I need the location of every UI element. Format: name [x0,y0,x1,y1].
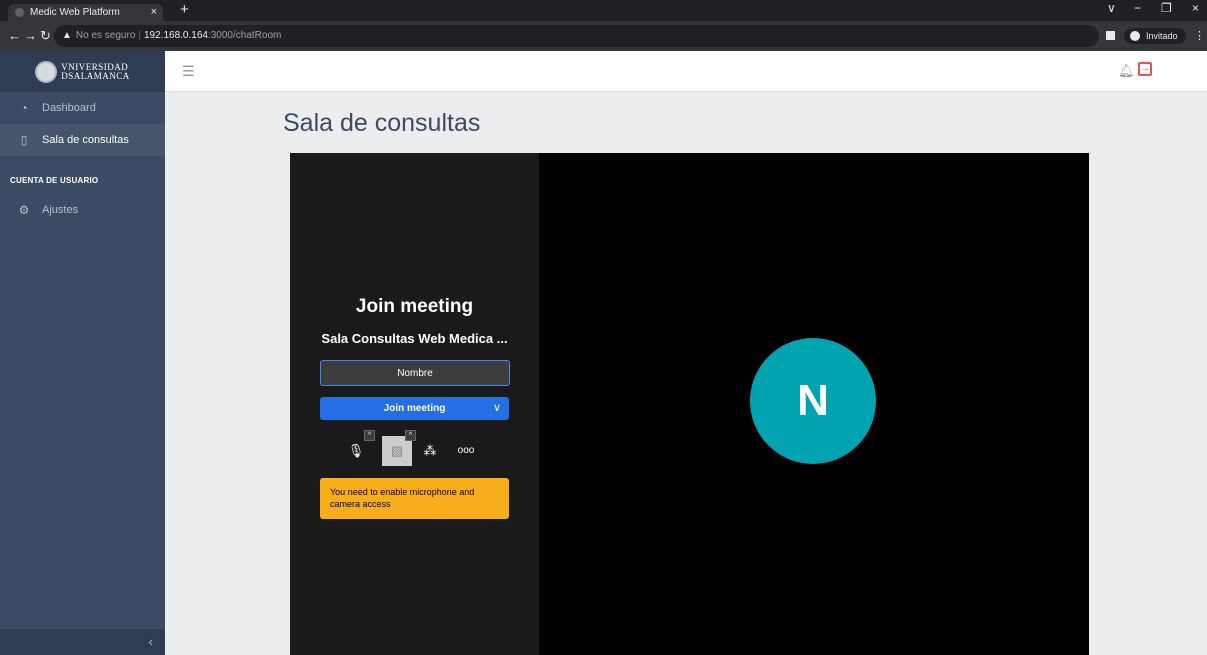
sidebar-item-label: Dashboard [42,102,96,114]
sidebar-brand[interactable]: VNIVERSIDAD DSALAMANCA [0,51,165,92]
participant-avatar: N [750,338,876,464]
sidebar-item-label: Ajustes [42,204,79,216]
book-icon: ▯ [20,133,28,147]
extension-icon[interactable] [1106,31,1115,40]
address-separator: | [138,30,141,41]
new-tab-button[interactable]: + [180,1,189,18]
camera-off-icon[interactable]: ▧ ^ [382,430,416,466]
mic-options-caret-icon[interactable]: ^ [364,430,375,441]
tab-search-icon[interactable]: ∨ [1107,1,1116,15]
join-meeting-label: Join meeting [383,403,446,414]
sidebar-toggler[interactable]: ‹ [0,629,165,655]
app-header: ☰ 🔔︎ → [165,51,1207,92]
more-options-icon[interactable]: ooo [451,436,481,466]
browser-toolbar: ← → ↻ ▲ No es seguro | 192.168.0.164:3000/c… [0,21,1207,51]
close-tab-icon[interactable]: × [151,4,157,21]
tab-title: Medic Web Platform [30,7,120,18]
sidebar-section-title: CUENTA DE USUARIO [10,176,99,185]
browser-tab-strip: Medic Web Platform × + ∨ − ❐ × [0,0,1207,21]
university-seal-icon [35,60,58,83]
url-path: :3000/chatRoom [207,30,282,41]
video-meeting-frame: Join meeting Sala Consultas Web Medica .… [290,153,1089,655]
profile-button[interactable]: Invitado [1124,28,1186,44]
gear-icon: ⚙ [18,203,30,217]
browser-menu-icon[interactable]: ⋮ [1194,29,1205,42]
room-name: Sala Consultas Web Medica ... [321,331,508,346]
bell-icon[interactable]: 🔔︎ [1118,63,1135,79]
permissions-warning: You need to enable microphone and camera… [320,478,509,519]
logout-icon[interactable]: → [1138,62,1152,76]
sidebar-item-label: Sala de consultas [42,134,129,146]
back-icon[interactable]: ← [8,28,21,43]
profile-label: Invitado [1146,31,1178,41]
menu-toggle-icon[interactable]: ☰ [182,63,195,80]
warning-icon: ▲ [62,30,72,41]
join-meeting-button[interactable]: Join meeting ∨ [320,397,509,420]
microphone-muted-icon[interactable]: 🎙︎ ^ [341,430,375,466]
address-bar[interactable]: ▲ No es seguro | 192.168.0.164:3000/chatRoo… [54,25,1099,47]
browser-tab[interactable]: Medic Web Platform × [8,4,163,21]
chevron-down-icon[interactable]: ∨ [493,397,501,420]
forward-icon[interactable]: → [24,28,37,43]
close-window-button[interactable]: × [1192,1,1199,15]
minimize-button[interactable]: − [1134,1,1141,15]
prejoin-toolbox: 🎙︎ ^ ▧ ^ ⁂ ooo [290,430,539,468]
sidebar-item-dashboard[interactable]: ◔ Dashboard [0,92,165,124]
invite-people-icon[interactable]: ⁂ [415,436,445,466]
join-meeting-title: Join meeting [355,296,474,317]
brand-line-2: DSALAMANCA [61,70,130,81]
url-host: 192.168.0.164 [144,30,208,41]
sidebar-item-ajustes[interactable]: ⚙ Ajustes [0,194,165,226]
profile-avatar-icon [1130,31,1140,41]
restore-button[interactable]: ❐ [1161,1,1172,15]
page-title: Sala de consultas [283,109,481,137]
name-input[interactable] [320,360,510,386]
speedometer-icon: ◔ [20,101,28,115]
favicon-icon [15,8,24,17]
sidebar-item-sala-de-consultas[interactable]: ▯ Sala de consultas [0,124,165,156]
prejoin-panel: Join meeting Sala Consultas Web Medica .… [290,153,539,655]
sidebar: VNIVERSIDAD DSALAMANCA ◔ Dashboard ▯ Sal… [0,51,165,655]
reload-icon[interactable]: ↻ [40,28,51,44]
brand-logo-text: VNIVERSIDAD DSALAMANCA [61,62,130,81]
security-label: No es seguro [75,30,136,41]
